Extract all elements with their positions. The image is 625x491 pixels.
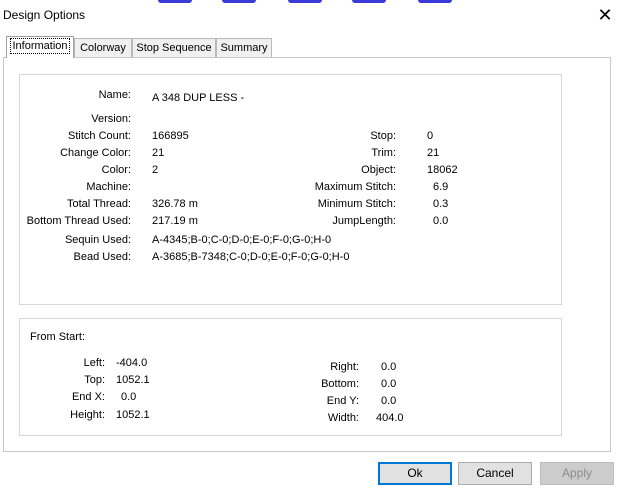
jump-length-label: JumpLength:: [332, 215, 396, 227]
left-value: -404.0: [116, 357, 148, 369]
stitch-count-label: Stitch Count:: [68, 130, 131, 142]
jump-length-value: 0.0: [433, 215, 449, 227]
tab-stop-sequence[interactable]: Stop Sequence: [132, 38, 216, 57]
end-x-label: End X:: [71, 391, 105, 403]
right-value: 0.0: [381, 361, 397, 373]
end-y-label: End Y:: [326, 395, 359, 407]
background-decoration: [222, 0, 256, 3]
stitch-count-value: 166895: [152, 130, 189, 142]
ok-button[interactable]: Ok: [378, 462, 452, 485]
left-label: Left:: [83, 357, 105, 369]
width-label: Width:: [327, 412, 359, 424]
change-color-label: Change Color:: [60, 147, 131, 159]
from-start-heading: From Start:: [30, 331, 86, 343]
total-thread-value: 326.78 m: [152, 198, 198, 210]
apply-button[interactable]: Apply: [540, 462, 614, 485]
end-x-value: 0.0: [121, 391, 137, 403]
background-decoration: [158, 0, 192, 3]
bottom-label: Bottom:: [321, 378, 359, 390]
min-stitch-label: Minimum Stitch:: [317, 198, 396, 210]
close-icon[interactable]: ✕: [597, 5, 613, 25]
total-thread-label: Total Thread:: [66, 198, 131, 210]
top-value: 1052.1: [116, 374, 150, 386]
trim-label: Trim:: [371, 147, 396, 159]
sequin-used-value: A-4345;B-0;C-0;D-0;E-0;F-0;G-0;H-0: [152, 234, 332, 246]
name-value: A 348 DUP LESS -: [152, 92, 245, 104]
tab-stop-sequence-label: Stop Sequence: [136, 42, 212, 54]
tab-page-information: Name: A 348 DUP LESS - Version: Stitch C…: [3, 57, 611, 452]
stop-label: Stop:: [370, 130, 396, 142]
color-value: 2: [152, 164, 159, 176]
stop-value: 0: [427, 130, 434, 142]
machine-label: Machine:: [86, 181, 131, 193]
trim-value: 21: [427, 147, 440, 159]
max-stitch-label: Maximum Stitch:: [314, 181, 396, 193]
width-value: 404.0: [376, 412, 404, 424]
color-label: Color:: [101, 164, 131, 176]
version-label: Version:: [91, 113, 131, 125]
right-label: Right:: [330, 361, 359, 373]
sequin-used-label: Sequin Used:: [64, 234, 131, 246]
bottom-thread-value: 217.19 m: [152, 215, 198, 227]
object-value: 18062: [427, 164, 458, 176]
max-stitch-value: 6.9: [433, 181, 449, 193]
background-decoration: [418, 0, 452, 3]
background-decoration: [352, 0, 386, 3]
end-y-value: 0.0: [381, 395, 397, 407]
tab-information-label: Information: [10, 38, 70, 54]
window-title: Design Options: [3, 8, 86, 22]
bottom-value: 0.0: [381, 378, 397, 390]
name-label: Name:: [98, 89, 131, 101]
tab-summary-label: Summary: [220, 42, 268, 54]
tab-colorway[interactable]: Colorway: [74, 38, 132, 57]
bead-used-value: A-3685;B-7348;C-0;D-0;E-0;F-0;G-0;H-0: [152, 251, 350, 263]
min-stitch-value: 0.3: [433, 198, 449, 210]
design-info-panel: Name: A 348 DUP LESS - Version: Stitch C…: [19, 74, 562, 305]
from-start-panel: From Start: Left: -404.0 Top: 1052.1 End…: [19, 318, 562, 436]
bead-used-label: Bead Used:: [73, 251, 131, 263]
height-label: Height:: [70, 409, 105, 421]
tab-summary[interactable]: Summary: [216, 38, 272, 57]
top-label: Top:: [84, 374, 105, 386]
background-decoration: [288, 0, 322, 3]
tab-colorway-label: Colorway: [80, 42, 126, 54]
title-bar: Design Options ✕: [0, 0, 625, 32]
height-value: 1052.1: [116, 409, 150, 421]
tab-information[interactable]: Information: [6, 36, 74, 58]
change-color-value: 21: [152, 147, 165, 159]
object-label: Object:: [361, 164, 396, 176]
bottom-thread-label: Bottom Thread Used:: [26, 215, 131, 227]
cancel-button[interactable]: Cancel: [458, 462, 532, 485]
